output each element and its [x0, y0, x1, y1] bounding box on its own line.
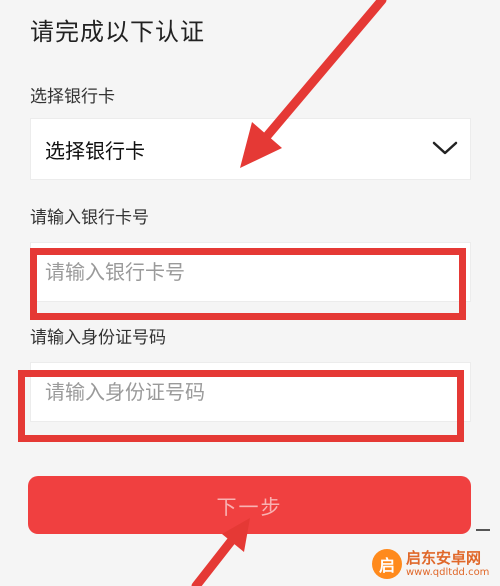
id-number-field-container	[30, 362, 471, 422]
watermark-text: 启东安卓网 www.qdltdd.com	[406, 549, 489, 579]
watermark-url: www.qdltdd.com	[406, 567, 490, 578]
chevron-down-icon	[432, 141, 458, 155]
bank-card-selected-value: 选择银行卡	[45, 139, 145, 163]
watermark-logo: 启	[372, 549, 402, 579]
verification-page: 请完成以下认证 选择银行卡 选择银行卡 请输入银行卡号 请输入身份证号码 下一步…	[0, 0, 500, 586]
bank-card-label: 选择银行卡	[30, 87, 115, 107]
card-number-field-container	[30, 242, 471, 302]
bank-card-select[interactable]: 选择银行卡	[30, 118, 471, 180]
next-step-button[interactable]: 下一步	[28, 476, 471, 534]
card-number-label: 请输入银行卡号	[30, 208, 149, 228]
page-title: 请完成以下认证	[30, 18, 205, 46]
card-number-input[interactable]	[31, 243, 470, 301]
id-number-label: 请输入身份证号码	[30, 328, 166, 348]
site-watermark: 启 启东安卓网 www.qdltdd.com	[372, 542, 500, 586]
watermark-name: 启东安卓网	[406, 549, 482, 567]
id-number-input[interactable]	[31, 363, 470, 421]
